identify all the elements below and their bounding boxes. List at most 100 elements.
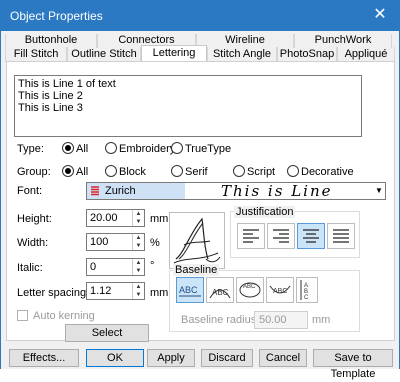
align-left-icon [243, 229, 259, 243]
baseline-vertical-button[interactable]: A B C [296, 277, 318, 303]
italic-input[interactable]: 0 ▲ ▼ [86, 258, 145, 276]
spin-arrows-icon[interactable]: ▲ ▼ [132, 210, 144, 226]
letter-spacing-input[interactable]: 1.12 ▲ ▼ [86, 282, 145, 300]
height-value: 20.00 [90, 212, 118, 224]
discard-button[interactable]: Discard [201, 349, 253, 367]
justify-left-button[interactable] [237, 223, 265, 249]
baseline-radius-input[interactable]: 50.00 [254, 311, 308, 329]
auto-kerning-checkbox[interactable] [17, 310, 28, 321]
svg-text:ABC: ABC [212, 288, 229, 297]
baseline-radius-value: 50.00 [259, 314, 287, 326]
tab-fill-stitch[interactable]: Fill Stitch [5, 47, 67, 62]
baseline-circle-button[interactable]: ABC [236, 277, 264, 303]
font-label: Font: [17, 185, 43, 197]
italic-label: Italic: [17, 262, 43, 274]
apply-button[interactable]: Apply [147, 349, 195, 367]
svg-text:ABC: ABC [243, 284, 256, 290]
justify-center-button[interactable] [297, 223, 325, 249]
group-all-radio[interactable] [62, 165, 74, 177]
justification-label: Justification [234, 206, 296, 218]
spin-arrows-icon[interactable]: ▲ ▼ [132, 283, 144, 299]
baseline-radius-label: Baseline radius: [181, 314, 260, 326]
group-all-label: All [76, 166, 89, 178]
type-label: Type: [17, 143, 44, 155]
text-line: This is Line 1 of text [18, 78, 116, 90]
svg-text:ABC: ABC [273, 288, 287, 295]
type-truetype-label: TrueType [185, 143, 232, 155]
type-embroidery-label: Embroidery [119, 143, 176, 155]
ok-button[interactable]: OK [86, 349, 144, 367]
effects-button[interactable]: Effects... [9, 349, 79, 367]
tab-buttonhole[interactable]: Buttonhole [5, 34, 97, 48]
cancel-button[interactable]: Cancel [259, 349, 307, 367]
type-all-radio[interactable] [62, 142, 74, 154]
tab-row-2: Fill Stitch Outline Stitch Lettering Sti… [5, 45, 395, 62]
baseline-straight-button[interactable]: ABC [176, 277, 204, 303]
text-line: This is Line 3 [18, 102, 83, 114]
letter-spacing-value: 1.12 [90, 285, 112, 297]
group-block-radio[interactable] [105, 165, 117, 177]
tab-wireline[interactable]: Wireline [196, 34, 294, 48]
font-select[interactable]: Zurich This is Line ▼ [86, 182, 386, 200]
justify-right-button[interactable] [267, 223, 295, 249]
object-properties-dialog: Object Properties ✕ Buttonhole Connector… [0, 0, 400, 380]
type-truetype-radio[interactable] [171, 142, 183, 154]
baseline-vertical-icon: A B C [300, 280, 309, 301]
group-serif-label: Serif [185, 166, 208, 178]
height-input[interactable]: 20.00 ▲ ▼ [86, 209, 145, 227]
tab-applique[interactable]: Appliqué [337, 47, 395, 62]
group-script-radio[interactable] [233, 165, 245, 177]
font-preview: This is Line [221, 182, 333, 200]
baseline-arc-down-icon: ABC [269, 285, 291, 295]
letter-spacing-label: Letter spacing: [17, 287, 90, 299]
letter-spacing-unit: mm [150, 287, 169, 299]
text-line: This is Line 2 [18, 90, 83, 102]
baseline-label: Baseline [173, 264, 220, 276]
spin-arrows-icon[interactable]: ▲ ▼ [132, 259, 144, 275]
group-decorative-radio[interactable] [287, 165, 299, 177]
font-name-highlight [87, 183, 185, 199]
baseline-arc-bottom-button[interactable]: ABC [266, 277, 294, 303]
width-unit: % [150, 237, 160, 249]
baseline-arc-top-button[interactable]: ABC [206, 277, 234, 303]
save-to-template-button[interactable]: Save to Template [313, 349, 393, 380]
type-embroidery-radio[interactable] [105, 142, 117, 154]
font-name: Zurich [105, 185, 136, 197]
spin-arrows-icon[interactable]: ▲ ▼ [132, 234, 144, 250]
title-bar: Object Properties ✕ [1, 1, 399, 31]
baseline-radius-unit: mm [312, 314, 331, 326]
width-input[interactable]: 100 ▲ ▼ [86, 233, 145, 251]
width-value: 100 [90, 236, 109, 248]
select-character-button[interactable]: Select Character... [65, 324, 149, 355]
align-center-icon [303, 229, 319, 243]
group-label: Group: [17, 166, 51, 178]
height-label: Height: [17, 213, 52, 225]
svg-text:ABC: ABC [179, 285, 198, 295]
letter-a-preview-icon [173, 217, 221, 264]
tab-photosnap[interactable]: PhotoSnap [277, 47, 337, 62]
tab-punchwork[interactable]: PunchWork [294, 34, 392, 48]
italic-unit: ° [150, 260, 155, 272]
group-script-label: Script [247, 166, 276, 178]
font-preview-glyph [169, 212, 225, 269]
justify-full-button[interactable] [327, 223, 355, 249]
align-right-icon [273, 229, 289, 243]
group-serif-radio[interactable] [171, 165, 183, 177]
baseline-arc-icon: ABC [209, 288, 231, 299]
tab-lettering[interactable]: Lettering [141, 45, 207, 62]
baseline-circle-icon: ABC [239, 282, 261, 298]
width-label: Width: [17, 237, 49, 249]
tab-stitch-angle[interactable]: Stitch Angle [207, 47, 277, 62]
chevron-down-icon[interactable]: ▼ [373, 183, 385, 199]
group-decorative-label: Decorative [301, 166, 354, 178]
window-title: Object Properties [10, 9, 103, 23]
lettering-text-input[interactable]: This is Line 1 of text This is Line 2 Th… [14, 75, 362, 137]
align-justify-icon [333, 229, 349, 243]
tab-outline-stitch[interactable]: Outline Stitch [67, 47, 141, 62]
group-block-label: Block [119, 166, 146, 178]
close-icon[interactable]: ✕ [371, 6, 389, 24]
italic-value: 0 [90, 261, 97, 273]
svg-text:C: C [304, 295, 309, 301]
auto-kerning-label: Auto kerning [33, 310, 95, 322]
height-unit: mm [150, 213, 169, 225]
